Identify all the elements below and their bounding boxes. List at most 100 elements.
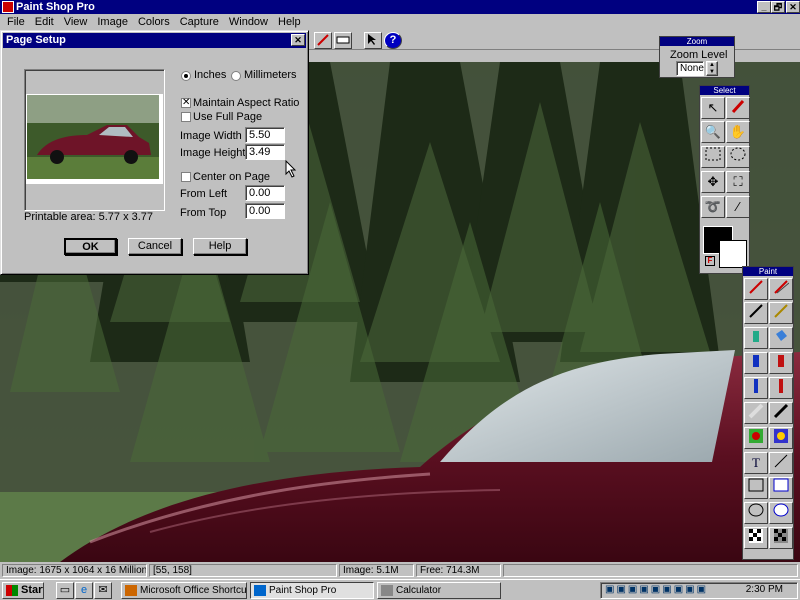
from-top-label: From Top <box>180 207 227 219</box>
app-title: Paint Shop Pro <box>16 1 95 13</box>
from-left-label: From Left <box>180 188 228 200</box>
tray-icons[interactable]: ▣▣▣▣▣▣▣▣▣ <box>605 584 708 595</box>
taskbar-item-calculator[interactable]: Calculator <box>377 582 501 599</box>
eyedropper-icon[interactable] <box>726 97 750 119</box>
image-height-label: Image Height <box>180 147 246 159</box>
menu-capture[interactable]: Capture <box>175 16 224 28</box>
filled-ellipse-tool-icon[interactable] <box>769 502 793 524</box>
hand-icon[interactable]: ✋ <box>726 121 750 143</box>
taskbar-item-label: Paint Shop Pro <box>269 585 337 596</box>
close-button[interactable]: ✕ <box>786 1 800 13</box>
context-help-icon[interactable] <box>364 32 382 49</box>
line-brush-icon[interactable] <box>769 402 793 424</box>
preview-page <box>26 94 163 184</box>
taskbar-item-office-shortcut[interactable]: Microsoft Office Shortcut ... <box>121 582 247 599</box>
color-replacer-icon[interactable] <box>744 302 768 324</box>
image-width-label: Image Width <box>180 130 242 142</box>
restore-button[interactable]: 🗗 <box>771 1 785 13</box>
image-height-field[interactable]: 3.49 <box>245 144 285 160</box>
zoom-level-field[interactable]: None <box>676 61 704 76</box>
zoom-palette-title[interactable]: Zoom <box>660 37 734 46</box>
menu-edit[interactable]: Edit <box>30 16 59 28</box>
gradient-fill-icon[interactable] <box>769 527 793 549</box>
taskbar: Start ▭ e ✉ Microsoft Office Shortcut ..… <box>0 579 800 600</box>
pattern-fill-icon[interactable] <box>744 527 768 549</box>
marker-blue-icon[interactable] <box>744 352 768 374</box>
paintbrush-icon[interactable] <box>744 278 768 300</box>
lasso-icon[interactable]: ➰ <box>701 196 725 218</box>
magnifier-icon[interactable]: 🔍 <box>701 121 725 143</box>
center-on-page-label: Center on Page <box>193 171 271 183</box>
magic-wand-icon[interactable]: ⁄ <box>726 196 750 218</box>
help-button[interactable]: Help <box>193 238 247 255</box>
background-color-swatch[interactable] <box>719 240 747 268</box>
start-button[interactable]: Start <box>2 582 44 599</box>
app-title-bar[interactable]: Paint Shop Pro _ 🗗 ✕ <box>0 0 800 14</box>
filled-rectangle-tool-icon[interactable] <box>769 477 793 499</box>
menu-window[interactable]: Window <box>224 16 273 28</box>
mouse-cursor-icon <box>285 160 297 178</box>
ellipse-select-icon[interactable] <box>726 146 750 168</box>
internet-explorer-icon[interactable]: e <box>75 582 93 599</box>
arrow-icon[interactable]: ↖ <box>701 97 725 119</box>
swap-colors-icon[interactable]: F <box>705 256 715 266</box>
from-top-field[interactable]: 0.00 <box>245 203 285 219</box>
scratch-remover-icon[interactable] <box>744 327 768 349</box>
start-label: Start <box>21 584 44 596</box>
zoom-palette: Zoom Zoom Level None ▲ ▼ <box>659 36 735 78</box>
taskbar-item-label: Microsoft Office Shortcut ... <box>140 585 247 596</box>
deform-icon[interactable]: ⛶ <box>726 171 750 193</box>
inches-radio[interactable] <box>181 71 191 81</box>
keyboard-icon[interactable] <box>334 32 352 49</box>
image-width-field[interactable]: 5.50 <box>245 127 285 143</box>
taskbar-item-paint-shop-pro[interactable]: Paint Shop Pro <box>250 582 374 599</box>
from-left-field[interactable]: 0.00 <box>245 185 285 201</box>
ellipse-tool-icon[interactable] <box>744 502 768 524</box>
menu-file[interactable]: File <box>2 16 30 28</box>
dialog-close-button[interactable]: ✕ <box>291 34 305 46</box>
paint-brush-icon[interactable] <box>314 32 332 49</box>
maintain-aspect-checkbox[interactable]: ✕ <box>181 98 191 108</box>
zoom-level-label: Zoom Level <box>670 49 728 61</box>
picture-tube-icon[interactable] <box>744 427 768 449</box>
line-tool-icon[interactable] <box>769 452 793 474</box>
paint-palette-title[interactable]: Paint <box>743 267 793 276</box>
cancel-button[interactable]: Cancel <box>128 238 182 255</box>
flood-fill-icon[interactable] <box>769 327 793 349</box>
menu-view[interactable]: View <box>59 16 93 28</box>
airbrush-icon[interactable] <box>769 427 793 449</box>
maintain-aspect-label: Maintain Aspect Ratio <box>193 97 300 109</box>
text-tool-icon[interactable]: T <box>744 452 768 474</box>
printable-area-text: Printable area: 5.77 x 3.77 <box>24 211 154 223</box>
marker-red-icon[interactable] <box>769 352 793 374</box>
show-desktop-icon[interactable]: ▭ <box>56 582 74 599</box>
status-image-size: Image: 1675 x 1064 x 16 Million <box>2 564 147 577</box>
clone-brush-icon[interactable] <box>769 278 793 300</box>
select-palette: Select ↖ 🔍 ✋ ✥ ⛶ ➰ ⁄ F <box>699 85 750 274</box>
ok-button[interactable]: OK <box>64 238 117 255</box>
center-on-page-checkbox[interactable] <box>181 172 191 182</box>
zoom-spinner[interactable]: ▲ ▼ <box>706 61 718 76</box>
use-full-page-checkbox[interactable] <box>181 112 191 122</box>
paint-palette: Paint T <box>742 266 794 560</box>
status-free-memory: Free: 714.3M <box>416 564 501 577</box>
menu-help[interactable]: Help <box>273 16 306 28</box>
pen-blue-icon[interactable] <box>744 377 768 399</box>
status-empty <box>503 564 798 577</box>
outlook-icon[interactable]: ✉ <box>94 582 112 599</box>
pen-red-icon[interactable] <box>769 377 793 399</box>
minimize-button[interactable]: _ <box>757 1 771 13</box>
clock[interactable]: 2:30 PM <box>746 584 783 595</box>
rectangle-select-icon[interactable] <box>701 146 725 168</box>
retouch-icon[interactable] <box>769 302 793 324</box>
menu-colors[interactable]: Colors <box>133 16 175 28</box>
move-icon[interactable]: ✥ <box>701 171 725 193</box>
eraser-icon[interactable] <box>744 402 768 424</box>
millimeters-radio[interactable] <box>231 71 241 81</box>
status-bar: Image: 1675 x 1064 x 16 Million [55, 158… <box>0 563 800 578</box>
select-palette-title[interactable]: Select <box>700 86 749 95</box>
help-icon[interactable]: ? <box>384 32 402 49</box>
rectangle-tool-icon[interactable] <box>744 477 768 499</box>
status-memory: Image: 5.1M <box>339 564 414 577</box>
menu-image[interactable]: Image <box>92 16 133 28</box>
